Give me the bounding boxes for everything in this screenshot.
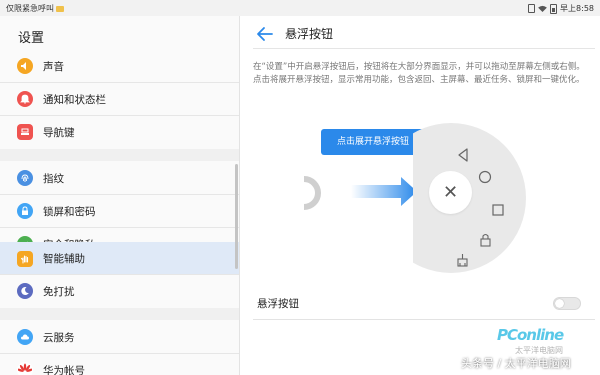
sidebar-title: 设置 xyxy=(18,31,45,46)
sidebar-item-huawei-account[interactable]: 华为帐号 xyxy=(0,354,239,375)
page-title: 悬浮按钮 xyxy=(285,27,334,41)
wifi-icon xyxy=(538,5,547,12)
expand-arrow-icon xyxy=(351,177,417,206)
battery-icon xyxy=(550,3,558,14)
sidebar-item-cloud-service[interactable]: 云服务 xyxy=(0,321,239,353)
sidebar-item-label: 声音 xyxy=(43,60,64,73)
sidebar-item-fingerprint[interactable]: 指纹 xyxy=(0,162,239,194)
sidebar-item-smart-assistance[interactable]: 智能辅助 xyxy=(0,242,239,275)
section-gap xyxy=(0,149,239,161)
expand-floating-button-hint: 点击展开悬浮按钮 xyxy=(321,129,425,155)
status-icons: 早上8:58 xyxy=(528,3,594,14)
toggle-knob xyxy=(555,299,564,308)
sidebar-item-label: 智能辅助 xyxy=(43,253,85,265)
sidebar-item-label: 免打扰 xyxy=(43,285,75,298)
sidebar-item-navigation-key[interactable]: 导航键 xyxy=(0,116,239,148)
sidebar-item-label: 导航键 xyxy=(43,126,75,139)
floating-button-collapsed-icon xyxy=(303,176,321,210)
header-divider xyxy=(253,48,595,49)
sim-icon xyxy=(56,5,64,12)
sidebar-scrollbar[interactable] xyxy=(235,164,238,269)
close-icon[interactable]: ✕ xyxy=(429,171,472,214)
carrier-text: 仅限紧急呼叫 xyxy=(6,3,64,14)
sidebar-item-label: 云服务 xyxy=(43,331,75,344)
sidebar-item-label: 锁屏和密码 xyxy=(43,205,96,218)
floating-button-illustration: 点击展开悬浮按钮 ✕ xyxy=(241,123,600,276)
watermark-source: 头条号 / 太平洋电脑网 xyxy=(461,357,571,370)
back-arrow-icon[interactable] xyxy=(256,26,274,42)
section-gap xyxy=(0,308,239,320)
clock: 早上8:58 xyxy=(560,4,594,13)
floating-button-setting: 悬浮按钮 xyxy=(253,289,595,320)
cloud-icon xyxy=(17,329,33,345)
floating-button-panel: 悬浮按钮 在“设置”中开启悬浮按钮后，按钮将在大部分界面显示，并可以拖动至屏幕左… xyxy=(241,16,600,375)
moon-icon xyxy=(17,283,33,299)
speaker-icon xyxy=(17,58,33,74)
huawei-logo-icon xyxy=(17,362,33,375)
watermark-brand: PConline xyxy=(497,326,564,344)
sidebar-item-label: 通知和状态栏 xyxy=(43,93,106,106)
floating-button-toggle[interactable] xyxy=(553,297,581,310)
sidebar-item-notifications[interactable]: 通知和状态栏 xyxy=(0,83,239,115)
status-bar: 仅限紧急呼叫 早上8:58 xyxy=(0,0,600,16)
navigation-key-icon xyxy=(17,124,33,140)
hand-icon xyxy=(17,250,33,267)
vibrate-icon xyxy=(528,4,536,13)
setting-label: 悬浮按钮 xyxy=(257,298,299,310)
bell-icon xyxy=(17,91,33,107)
sidebar-item-label: 华为帐号 xyxy=(43,364,85,375)
sidebar-item-label: 指纹 xyxy=(43,172,64,185)
lock-icon xyxy=(17,203,33,219)
feature-description: 在“设置”中开启悬浮按钮后，按钮将在大部分界面显示，并可以拖动至屏幕左侧或右侧。… xyxy=(253,62,585,85)
fingerprint-icon xyxy=(17,170,33,186)
sidebar-item-lock-password[interactable]: 锁屏和密码 xyxy=(0,195,239,227)
sidebar-item-do-not-disturb[interactable]: 免打扰 xyxy=(0,275,239,307)
settings-sidebar: 设置 声音 通知和状态栏 导航键 指纹 锁屏和密码 智能辅助 免打扰 云服务 华… xyxy=(0,16,240,375)
sidebar-item-sound[interactable]: 声音 xyxy=(0,50,239,82)
